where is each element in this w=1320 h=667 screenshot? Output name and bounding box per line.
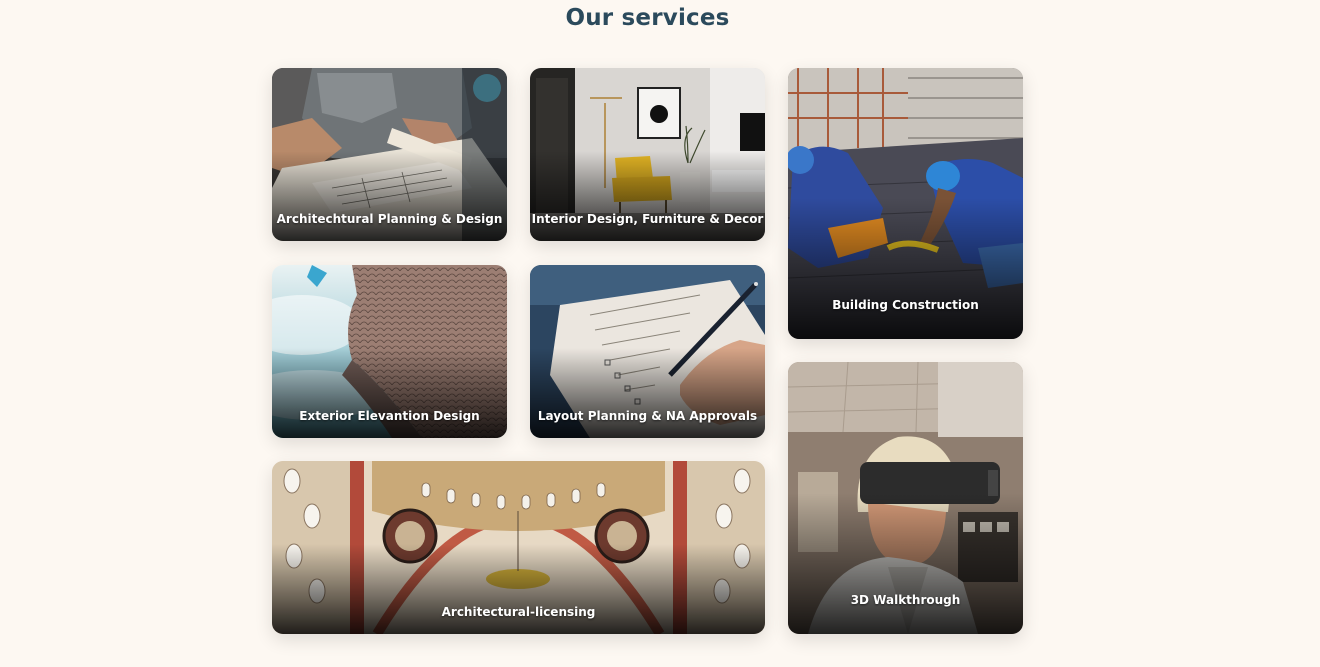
service-card-label: Building Construction	[832, 298, 979, 312]
service-card-layout-planning[interactable]: Layout Planning & NA Approvals	[530, 265, 765, 438]
service-card-label: 3D Walkthrough	[850, 593, 961, 607]
card-gradient-overlay	[788, 198, 1023, 339]
service-card-interior-design[interactable]: Interior Design, Furniture & Decor	[530, 68, 765, 241]
service-card-label: Architechtural Planning & Design	[276, 212, 503, 226]
service-card-label: Exterior Elevantion Design	[299, 409, 480, 423]
section-title: Our services	[565, 5, 730, 31]
service-card-3d-walkthrough[interactable]: 3D Walkthrough	[788, 362, 1023, 634]
card-gradient-overlay	[530, 348, 765, 438]
service-card-label: Architectural-licensing	[441, 605, 596, 619]
card-gradient-overlay	[272, 348, 507, 438]
card-gradient-overlay	[788, 492, 1023, 634]
service-card-architectural-planning[interactable]: Architechtural Planning & Design	[272, 68, 507, 241]
card-gradient-overlay	[530, 151, 765, 241]
card-gradient-overlay	[272, 544, 765, 634]
service-card-label: Layout Planning & NA Approvals	[537, 409, 758, 423]
service-card-building-construction[interactable]: Building Construction	[788, 68, 1023, 339]
service-card-architectural-licensing[interactable]: Architectural-licensing	[272, 461, 765, 634]
service-card-label: Interior Design, Furniture & Decor	[531, 212, 764, 226]
card-gradient-overlay	[272, 151, 507, 241]
service-card-exterior-elevation[interactable]: Exterior Elevantion Design	[272, 265, 507, 438]
